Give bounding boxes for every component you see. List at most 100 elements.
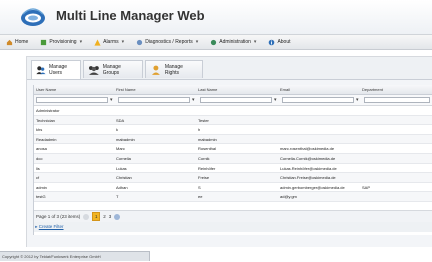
table-row[interactable]: khs k h <box>34 125 432 135</box>
filter-department-input[interactable] <box>364 97 430 103</box>
table-row[interactable]: anosa Marc Rosenthal marc.rosenthal@oski… <box>34 144 432 154</box>
cell-last-name: h <box>198 127 201 133</box>
cell-first-name: Marc <box>116 146 125 152</box>
menu-provisioning[interactable]: Provisioning ▾ <box>34 35 88 49</box>
cell-user-name: cf <box>36 175 40 181</box>
cell-email: Lukas.Reinhöfer@oskimedia.de <box>280 165 337 171</box>
app-logo-icon <box>21 8 45 26</box>
filter-first-name-button[interactable]: ▾ <box>192 97 197 103</box>
column-header-email[interactable]: Email <box>280 87 290 92</box>
menu-alarms[interactable]: Alarms ▾ <box>88 35 130 49</box>
chevron-down-icon: ▾ <box>79 39 83 45</box>
menu-diagnostics-label: Diagnostics / Reports <box>145 39 193 45</box>
provisioning-icon <box>41 39 47 45</box>
tab-manage-users[interactable]: Manage Users <box>31 60 81 79</box>
next-page-icon[interactable] <box>114 213 121 220</box>
column-header-last-name[interactable]: Last Name <box>198 87 217 92</box>
pager-page-3[interactable]: 3 <box>109 214 112 219</box>
prev-page-icon[interactable] <box>83 213 90 220</box>
diagnostics-icon <box>137 39 143 45</box>
cell-user-name: anosa <box>36 146 47 152</box>
filter-email-button[interactable]: ▾ <box>356 97 361 103</box>
table-row[interactable]: dco Cornelia Cornik Cornelia.Cornik@oski… <box>34 153 432 164</box>
cell-last-name: Reinhöfer <box>198 165 216 171</box>
cell-first-name: mabadmin <box>116 136 135 142</box>
filter-user-name-input[interactable] <box>36 97 108 103</box>
tab-manage-rights[interactable]: Manage Rights <box>145 60 203 78</box>
menu-home-label: Home <box>15 39 29 45</box>
cell-email: Christian.Freise@oskimedia.de <box>280 175 336 181</box>
chevron-down-icon: ▾ <box>121 39 125 45</box>
cell-user-name: dco <box>36 155 43 161</box>
table-row[interactable]: Administrator <box>34 106 432 116</box>
cell-department: SAP <box>362 184 371 190</box>
menu-home[interactable]: Home <box>0 35 34 49</box>
tab-manage-rights-label: Manage Rights <box>164 63 183 76</box>
tab-manage-groups-label: Manage Groups <box>102 63 121 76</box>
filter-user-name-button[interactable]: ▾ <box>110 97 115 103</box>
menu-diagnostics[interactable]: Diagnostics / Reports ▾ <box>130 35 204 49</box>
pager-summary: Page 1 of 3 (23 items) <box>36 214 81 219</box>
cell-email: ad@y.gm <box>280 194 297 200</box>
cell-last-name: Tester <box>198 117 209 123</box>
create-filter-label: Create Filter <box>38 224 64 229</box>
menu-administration[interactable]: Administration ▾ <box>204 35 262 49</box>
menu-about[interactable]: About <box>262 35 296 49</box>
filter-first-name-input[interactable] <box>118 97 190 103</box>
cell-user-name: Administrator <box>36 108 60 113</box>
cell-first-name: Cornelia <box>116 155 131 161</box>
home-icon <box>6 39 13 45</box>
cell-last-name: Freise <box>198 175 210 181</box>
column-header-user-name[interactable]: User Name <box>36 87 56 92</box>
column-header-department[interactable]: Department <box>362 87 383 92</box>
cell-user-name: lis <box>36 165 40 171</box>
grid-header: User Name First Name Last Name Email Dep… <box>34 85 432 95</box>
grid-pager: Page 1 of 3 (23 items) 1 2 3 <box>34 210 432 222</box>
content-panel: Manage Users Manage Groups Manage Rights… <box>26 56 432 247</box>
menu-provisioning-label: Provisioning <box>49 39 77 45</box>
cell-first-name: Lukas <box>116 165 127 171</box>
menu-about-label: About <box>277 39 291 45</box>
cell-first-name: Christian <box>116 175 132 181</box>
tab-manage-groups[interactable]: Manage Groups <box>83 60 143 78</box>
app-title: Multi Line Manager Web <box>56 8 205 23</box>
main-menu: Home Provisioning ▾ Alarms ▾ Diagnostics… <box>0 34 432 50</box>
table-row[interactable]: cf Christian Freise Christian.Freise@osk… <box>34 173 432 183</box>
cell-first-name: Adhan <box>116 184 128 190</box>
filter-email-input[interactable] <box>282 97 354 103</box>
table-row[interactable]: Readadmin mabadmin mabadmin <box>34 134 432 145</box>
cell-email: marc.rosenthal@oskimedia.de <box>280 146 335 152</box>
info-icon <box>269 39 275 45</box>
table-row[interactable]: admin Adhan S admin.gerbomberger@oskimed… <box>34 183 432 193</box>
cell-user-name: khs <box>36 127 43 133</box>
table-row[interactable]: Technician SDA Tester <box>34 115 432 126</box>
create-filter-link[interactable]: ▸ Create Filter <box>34 222 432 232</box>
cell-user-name: testG <box>36 194 46 200</box>
rights-icon <box>151 65 160 75</box>
cell-first-name: T <box>116 194 119 200</box>
table-row[interactable]: testG T ee ad@y.gm <box>34 192 432 202</box>
cell-last-name: mabadmin <box>198 136 217 142</box>
filter-last-name-input[interactable] <box>200 97 272 103</box>
cell-user-name: Technician <box>36 117 55 123</box>
chevron-down-icon: ▾ <box>195 39 199 45</box>
users-grid: User Name First Name Last Name Email Dep… <box>33 85 432 235</box>
alarm-icon <box>94 38 101 46</box>
cell-last-name: Rosenthal <box>198 146 217 152</box>
pager-current-page[interactable]: 1 <box>92 212 101 221</box>
users-icon <box>36 66 46 75</box>
column-header-first-name[interactable]: First Name <box>116 87 136 92</box>
tab-strip: Manage Users Manage Groups Manage Rights <box>27 57 432 80</box>
cell-email: Cornelia.Cornik@oskimedia.de <box>280 155 336 161</box>
groups-icon <box>88 65 99 75</box>
table-row[interactable]: lis Lukas Reinhöfer Lukas.Reinhöfer@oski… <box>34 164 432 174</box>
tab-manage-users-label: Manage Users <box>48 64 68 76</box>
filter-last-name-button[interactable]: ▾ <box>274 97 279 103</box>
grid-rows: Administrator Technician SDA Tester khs … <box>34 106 432 202</box>
cell-last-name: S <box>198 184 201 190</box>
administration-icon <box>211 39 217 45</box>
cell-email: admin.gerbomberger@oskimedia.de <box>280 184 345 190</box>
cell-first-name: SDA <box>116 117 125 123</box>
pager-page-2[interactable]: 2 <box>103 214 106 219</box>
app-header: Multi Line Manager Web <box>0 0 432 34</box>
